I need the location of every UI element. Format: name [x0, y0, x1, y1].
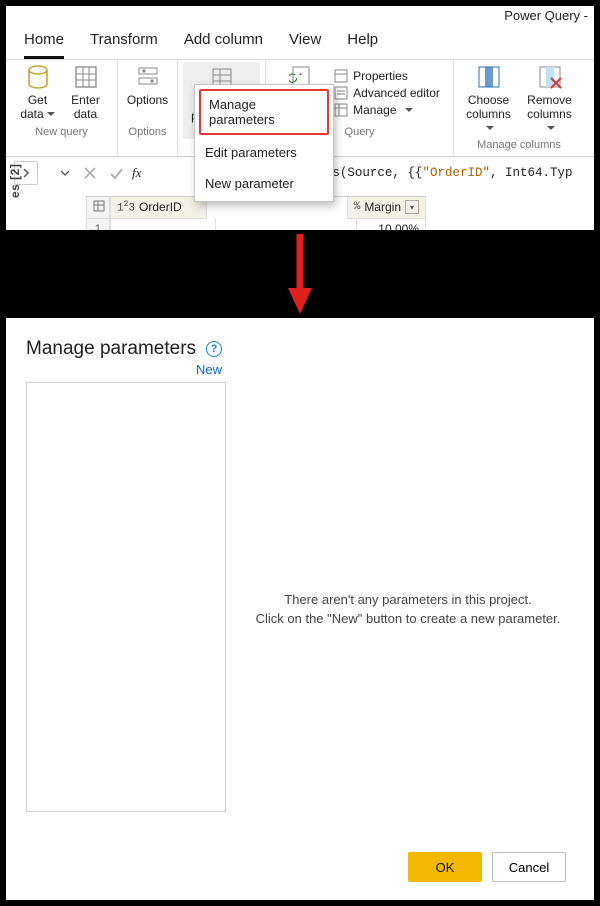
- manage-parameters-dialog: Manage parameters ? New There aren't any…: [4, 316, 596, 902]
- group-caption-new-query: New query: [35, 124, 88, 139]
- dropdown-new-parameter[interactable]: New parameter: [195, 168, 333, 199]
- datatype-integer-icon: 123: [117, 200, 135, 215]
- tab-transform[interactable]: Transform: [90, 27, 158, 59]
- new-parameter-link[interactable]: New: [196, 362, 222, 377]
- choose-columns-button[interactable]: Choosecolumns: [460, 62, 517, 137]
- tab-help[interactable]: Help: [347, 27, 378, 59]
- remove-columns-button[interactable]: Removecolumns: [521, 62, 578, 137]
- properties-icon: [333, 68, 348, 83]
- enter-data-l1: Enter: [71, 93, 100, 107]
- datatype-percent-icon: %: [354, 201, 361, 213]
- advanced-editor-icon: [333, 85, 348, 100]
- choose-l2: columns: [466, 107, 511, 121]
- remove-columns-icon: [537, 64, 563, 92]
- tab-view[interactable]: View: [289, 27, 321, 59]
- chevron-down-icon: [402, 103, 413, 117]
- get-data-button[interactable]: Getdata: [16, 62, 60, 124]
- help-icon[interactable]: ?: [206, 341, 222, 357]
- empty-line-2: Click on the "New" button to create a ne…: [256, 611, 561, 626]
- column-margin-header[interactable]: % Margin ▾: [347, 197, 426, 219]
- tab-home[interactable]: Home: [24, 27, 64, 59]
- grid-icon: [73, 64, 99, 92]
- options-icon: [135, 64, 161, 92]
- advanced-editor-label: Advanced editor: [353, 86, 440, 100]
- cell-orderid-1[interactable]: [110, 219, 216, 232]
- group-caption-query: Query: [345, 124, 375, 139]
- column-margin-name: Margin: [364, 200, 401, 214]
- formula-suffix: , Int64.Typ: [490, 166, 573, 180]
- enter-data-l2: data: [74, 107, 97, 121]
- database-icon: [25, 64, 51, 92]
- manage-icon: [333, 102, 348, 117]
- ribbon-group-options: Options Options: [118, 60, 178, 156]
- annotation-arrow: [0, 234, 600, 316]
- checkmark-icon[interactable]: [106, 163, 126, 183]
- cancel-icon[interactable]: [80, 163, 100, 183]
- ribbon-group-manage-columns: Choosecolumns Removecolumns Manage colum…: [454, 60, 584, 156]
- dialog-title: Manage parameters: [26, 338, 196, 360]
- cell-margin-value: 10.00%: [378, 222, 419, 232]
- dialog-footer: OK Cancel: [26, 852, 566, 882]
- ok-button[interactable]: OK: [408, 852, 482, 882]
- properties-label: Properties: [353, 69, 408, 83]
- remove-l2: columns: [527, 107, 572, 121]
- enter-data-button[interactable]: Enterdata: [64, 62, 108, 124]
- power-query-window: Power Query - Home Transform Add column …: [4, 4, 596, 232]
- chevron-down-icon[interactable]: [56, 168, 74, 178]
- group-caption-options: Options: [129, 124, 167, 139]
- cancel-button[interactable]: Cancel: [492, 852, 566, 882]
- query-small-buttons: Properties Advanced editor Manage: [331, 68, 442, 117]
- choose-columns-icon: [476, 64, 502, 92]
- get-data-l2: data: [20, 107, 43, 121]
- column-orderid-header[interactable]: 123 OrderID: [110, 197, 207, 219]
- column-orderid-name: OrderID: [139, 200, 182, 214]
- ribbon-group-new-query: Getdata Enterdata New query: [6, 60, 118, 156]
- remove-l1: Remove: [527, 93, 572, 107]
- group-caption-managecols: Manage columns: [477, 137, 561, 152]
- tab-add-column[interactable]: Add column: [184, 27, 263, 59]
- cell-margin-1[interactable]: 10.00%: [356, 219, 426, 232]
- formula-string: "OrderID": [422, 166, 490, 180]
- window-title: Power Query -: [6, 6, 594, 23]
- queries-sidebar-label[interactable]: es [2]: [8, 164, 22, 198]
- row-number-1[interactable]: 1: [86, 219, 110, 232]
- choose-l1: Choose: [468, 93, 509, 107]
- ribbon-tabs: Home Transform Add column View Help: [6, 23, 594, 59]
- manage-parameters-dropdown: Manage parameters Edit parameters New pa…: [194, 84, 334, 202]
- manage-query-button[interactable]: Manage: [331, 102, 442, 117]
- dropdown-edit-parameters[interactable]: Edit parameters: [195, 137, 333, 168]
- empty-line-1: There aren't any parameters in this proj…: [284, 592, 531, 607]
- options-button[interactable]: Options: [123, 62, 172, 124]
- empty-state-message: There aren't any parameters in this proj…: [250, 382, 566, 836]
- properties-button[interactable]: Properties: [331, 68, 442, 83]
- manage-label: Manage: [353, 103, 396, 117]
- table-icon[interactable]: [86, 197, 110, 219]
- options-label: Options: [127, 93, 168, 107]
- column-filter-icon[interactable]: ▾: [405, 200, 419, 214]
- fx-icon[interactable]: fx: [132, 165, 141, 181]
- get-data-l1: Get: [28, 93, 47, 107]
- dropdown-manage-parameters[interactable]: Manage parameters: [199, 89, 329, 135]
- advanced-editor-button[interactable]: Advanced editor: [331, 85, 442, 100]
- parameter-list-panel: [26, 382, 226, 812]
